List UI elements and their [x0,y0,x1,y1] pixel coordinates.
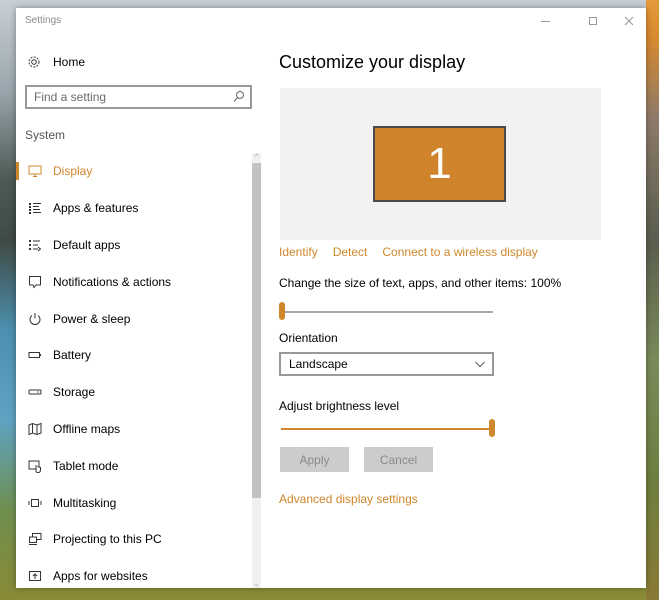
default-apps-icon [27,237,43,253]
sidebar-item-label: Projecting to this PC [53,532,162,547]
monitor-tile[interactable]: 1 [373,126,506,202]
sidebar-item-apps-features[interactable]: Apps & features [16,190,252,227]
multitasking-icon [27,495,43,511]
sidebar-item-tablet-mode[interactable]: Tablet mode [16,447,252,484]
sidebar-nav: Display Apps & features Default apps Not… [16,153,252,595]
sidebar-item-default-apps[interactable]: Default apps [16,227,252,264]
search-box[interactable] [25,85,252,109]
map-icon [27,421,43,437]
power-icon [27,311,43,327]
sidebar-item-label: Storage [53,385,96,400]
notification-icon [27,274,43,290]
brightness-slider[interactable] [279,419,495,439]
home-link[interactable]: Home [26,52,85,72]
orientation-dropdown[interactable]: Landscape [279,352,494,376]
sidebar-item-projecting[interactable]: Projecting to this PC [16,521,252,558]
apply-button[interactable]: Apply [280,447,349,472]
apps-websites-icon [27,568,43,584]
sidebar-item-label: Notifications & actions [53,274,172,289]
search-input[interactable] [27,90,227,104]
close-button[interactable] [612,8,646,34]
sidebar-item-display[interactable]: Display [16,153,252,190]
desktop-wallpaper [646,0,659,600]
brightness-label: Adjust brightness level [279,399,400,413]
list-icon [27,200,43,216]
sidebar-item-battery[interactable]: Battery [16,337,252,374]
sidebar: Home System Display Apps & features [16,36,261,588]
sidebar-item-label: Offline maps [53,421,121,436]
sidebar-item-label: Default apps [53,237,121,252]
scale-slider-thumb[interactable] [279,302,285,320]
sidebar-item-label: Power & sleep [53,311,131,326]
advanced-display-settings-link[interactable]: Advanced display settings [279,492,418,506]
scroll-up-icon[interactable]: ^ [252,153,261,162]
minimize-button[interactable] [528,8,562,34]
sidebar-item-label: Apps & features [53,201,139,216]
sidebar-item-label: Multitasking [53,495,117,510]
close-icon [624,16,634,26]
projecting-icon [27,531,43,547]
brightness-slider-thumb[interactable] [489,419,495,437]
maximize-button[interactable] [576,8,610,34]
detect-link[interactable]: Detect [333,245,368,259]
scale-label: Change the size of text, apps, and other… [279,276,562,290]
sidebar-item-apps-websites[interactable]: Apps for websites [16,558,252,595]
sidebar-item-notifications[interactable]: Notifications & actions [16,263,252,300]
minimize-icon [540,20,550,22]
display-arrangement: 1 [280,88,601,240]
page-title: Customize your display [279,52,466,72]
scroll-down-icon[interactable]: ⌄ [252,579,261,588]
search-icon[interactable] [233,90,245,104]
section-label: System [25,128,66,142]
sidebar-scrollbar[interactable]: ^ ⌄ [252,153,261,588]
monitor-number: 1 [427,139,452,188]
home-label: Home [53,55,86,69]
scroll-thumb[interactable] [252,163,261,498]
storage-icon [27,384,43,400]
orientation-label: Orientation [279,331,338,345]
brightness-slider-track[interactable] [281,428,493,430]
chevron-down-icon [475,361,485,368]
orientation-value: Landscape [289,357,348,371]
scale-slider[interactable] [279,302,495,322]
identify-link[interactable]: Identify [279,245,318,259]
wireless-display-link[interactable]: Connect to a wireless display [382,245,537,259]
sidebar-item-label: Tablet mode [53,458,119,473]
sidebar-item-power-sleep[interactable]: Power & sleep [16,300,252,337]
sidebar-item-storage[interactable]: Storage [16,374,252,411]
battery-icon [27,347,43,363]
sidebar-item-label: Apps for websites [53,569,148,584]
window-title: Settings [25,15,62,26]
maximize-icon [589,17,597,25]
sidebar-item-label: Display [53,164,93,179]
sidebar-item-label: Battery [53,348,92,363]
display-links: Identify Detect Connect to a wireless di… [279,245,553,259]
monitor-icon [27,163,43,179]
settings-window: Settings Home System [16,8,646,588]
gear-icon [26,54,42,70]
tablet-mode-icon [27,458,43,474]
scale-slider-track[interactable] [281,311,493,313]
title-bar[interactable]: Settings [16,8,646,36]
cancel-button[interactable]: Cancel [364,447,433,472]
sidebar-item-offline-maps[interactable]: Offline maps [16,411,252,448]
sidebar-item-multitasking[interactable]: Multitasking [16,484,252,521]
